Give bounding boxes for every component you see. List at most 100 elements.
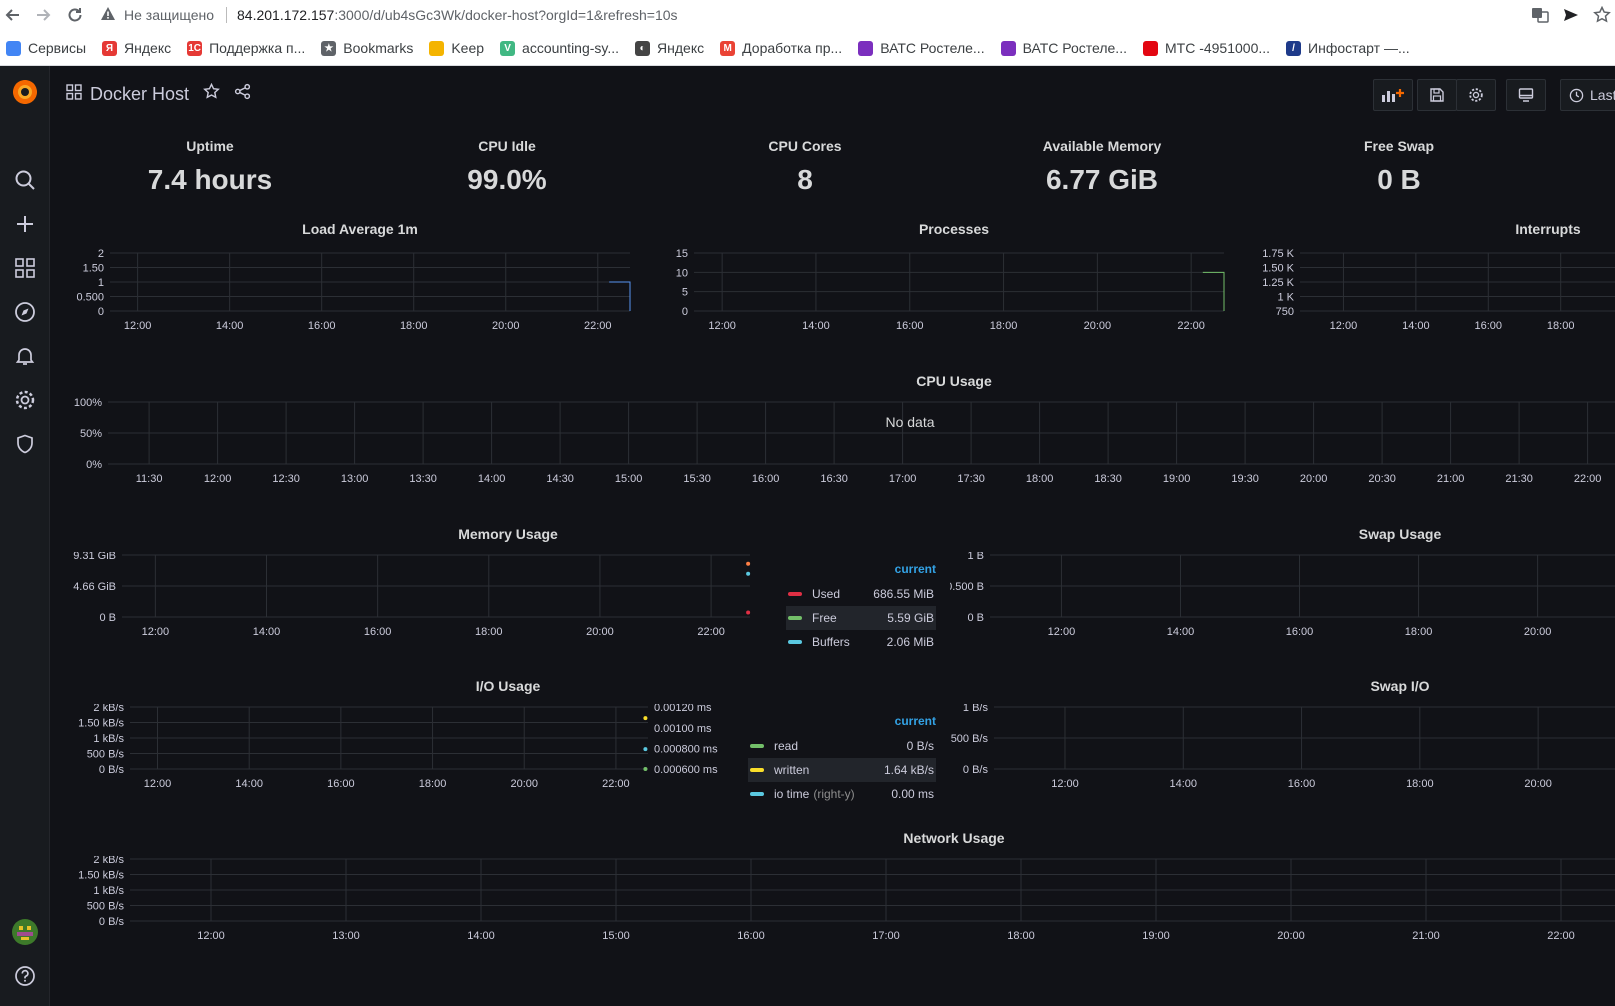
x-tick-label: 14:30 bbox=[546, 473, 574, 485]
create-icon[interactable] bbox=[9, 208, 41, 240]
panel-title-io-usage[interactable]: I/O Usage bbox=[388, 678, 628, 694]
sidebar bbox=[0, 66, 50, 1006]
x-tick-label: 18:00 bbox=[990, 320, 1018, 332]
chart-io-usage[interactable]: 0 B/s 500 B/s 1 kB/s 1.50 kB/s 2 kB/s 0.00060… bbox=[60, 704, 760, 808]
avatar[interactable] bbox=[9, 916, 41, 948]
panel-title-swap-io[interactable]: Swap I/O bbox=[1280, 678, 1520, 694]
stat-panel-available-memory[interactable]: Available Memory 6.77 GiB bbox=[1002, 138, 1202, 196]
legend-header[interactable]: current bbox=[748, 714, 936, 728]
bookmark-item[interactable]: ★ Bookmarks bbox=[321, 40, 413, 56]
chart-cpu-usage[interactable]: 0% 50% 100% 11:30 12:00 12:30 13:00 13:30 14:00 1… bbox=[60, 398, 1615, 502]
x-tick-label: 18:00 bbox=[419, 778, 447, 790]
chart-interrupts[interactable]: 750 1 K 1.25 K 1.50 K 1.75 K 12:00 14:00 16:00 1… bbox=[1248, 245, 1615, 345]
y-tick-label: 0 B/s bbox=[99, 764, 125, 776]
forward-icon[interactable] bbox=[32, 4, 54, 26]
panel-title-memory-usage[interactable]: Memory Usage bbox=[388, 526, 628, 542]
stat-value: 99.0% bbox=[467, 164, 547, 195]
stat-title: Uptime bbox=[186, 138, 234, 154]
time-picker-button[interactable]: Last bbox=[1560, 79, 1615, 111]
legend-item-written[interactable]: written 1.64 kB/s bbox=[748, 758, 936, 782]
dashboards-icon[interactable] bbox=[9, 252, 41, 284]
favorite-star-icon[interactable] bbox=[203, 82, 220, 105]
x-tick-label: 12:00 bbox=[1330, 320, 1358, 332]
search-icon[interactable] bbox=[9, 164, 41, 196]
send-icon[interactable] bbox=[1561, 5, 1581, 25]
legend-item-read[interactable]: read 0 B/s bbox=[748, 734, 936, 758]
x-tick-label: 22:00 bbox=[1177, 320, 1205, 332]
bookmark-item[interactable]: M Доработка пр... bbox=[720, 40, 842, 56]
legend-item-buffers[interactable]: Buffers 2.06 MiB bbox=[786, 630, 936, 654]
panel-title-interrupts[interactable]: Interrupts bbox=[1428, 221, 1615, 237]
add-panel-button[interactable] bbox=[1373, 79, 1413, 111]
panel-title-load-average[interactable]: Load Average 1m bbox=[240, 221, 480, 237]
help-icon[interactable] bbox=[9, 960, 41, 992]
x-tick-label: 16:00 bbox=[1288, 778, 1316, 790]
reload-icon[interactable] bbox=[64, 4, 86, 26]
y-tick-label: 0 bbox=[98, 306, 104, 318]
dashboard-title[interactable]: Docker Host bbox=[90, 84, 189, 105]
panel-title-processes[interactable]: Processes bbox=[834, 221, 1074, 237]
y-tick-label: 0 bbox=[682, 306, 688, 318]
save-dashboard-button[interactable] bbox=[1417, 79, 1457, 111]
bookmark-item[interactable]: МТС -4951000... bbox=[1142, 40, 1271, 56]
share-icon[interactable] bbox=[234, 83, 251, 105]
legend-value: 5.59 GiB bbox=[887, 611, 934, 625]
stat-panel-uptime[interactable]: Uptime 7.4 hours bbox=[110, 138, 310, 196]
x-tick-label: 13:00 bbox=[341, 473, 369, 485]
bookmark-item[interactable]: Я Яндекс bbox=[102, 40, 171, 56]
stat-value: 6.77 GiB bbox=[1045, 164, 1159, 195]
y-tick-label: 0 B/s bbox=[963, 764, 989, 776]
bookmark-star-icon[interactable] bbox=[1592, 5, 1612, 25]
bookmark-item[interactable]: ВАТС Ростеле... bbox=[858, 40, 985, 56]
x-tick-label: 19:00 bbox=[1142, 930, 1170, 942]
tv-mode-button[interactable] bbox=[1506, 79, 1546, 111]
bookmark-item[interactable]: Keep bbox=[429, 40, 484, 56]
bookmark-item[interactable]: 1С Поддержка п... bbox=[187, 40, 305, 56]
bookmark-label: Доработка пр... bbox=[742, 40, 843, 56]
bookmark-item[interactable]: Vaccounting-sy... bbox=[500, 40, 619, 56]
explore-icon[interactable] bbox=[9, 296, 41, 328]
dashboard-settings-button[interactable] bbox=[1456, 79, 1496, 111]
panel-title-swap-usage[interactable]: Swap Usage bbox=[1280, 526, 1520, 542]
stat-panel-cpu-idle[interactable]: CPU Idle 99.0% bbox=[407, 138, 607, 196]
translate-icon[interactable] bbox=[1530, 5, 1550, 25]
configuration-gear-icon[interactable] bbox=[9, 384, 41, 416]
bookmark-item[interactable]: / Инфостарт —... bbox=[1286, 40, 1410, 56]
stat-panel-free-swap[interactable]: Free Swap 0 B bbox=[1299, 138, 1499, 196]
right-y-note: (right-y) bbox=[813, 787, 855, 801]
chart-load-average[interactable]: 0 0.500 1 1.50 2 12:00 14:00 16:00 18:00 20:00 22:… bbox=[60, 245, 640, 345]
back-icon[interactable] bbox=[2, 4, 24, 26]
series-point bbox=[643, 716, 648, 721]
x-tick-label: 16:00 bbox=[308, 320, 336, 332]
y-tick-label: 1 B bbox=[967, 552, 984, 562]
chart-memory-usage[interactable]: 0 B 4.66 GiB 9.31 GiB 12:00 14:00 16:00 18:00 2… bbox=[60, 552, 780, 656]
server-admin-shield-icon[interactable] bbox=[9, 428, 41, 460]
stat-panel-cpu-cores[interactable]: CPU Cores 8 bbox=[705, 138, 905, 196]
chart-processes[interactable]: 0 5 10 15 12:00 14:00 16:00 18:00 20:00 22:00 bbox=[654, 245, 1234, 345]
legend-header[interactable]: current bbox=[786, 562, 936, 576]
x-tick-label: 22:00 bbox=[1547, 930, 1575, 942]
bookmark-label: МТС -4951000... bbox=[1164, 40, 1271, 56]
x-tick-label: 17:30 bbox=[957, 473, 985, 485]
chart-swap-usage[interactable]: 0 B 0.500 B 1 B 12:00 14:00 16:00 18:00 20:00 bbox=[950, 552, 1615, 656]
bookmark-item[interactable]: ВАТС Ростеле... bbox=[1000, 40, 1127, 56]
chart-swap-io[interactable]: 0 B/s 0.500 B/s 1 B/s 12:00 14:00 16:00 18:00 2… bbox=[950, 704, 1615, 808]
y-tick-label: 2 kB/s bbox=[93, 856, 124, 866]
legend-swatch bbox=[750, 768, 764, 772]
panel-title-network-usage[interactable]: Network Usage bbox=[834, 830, 1074, 846]
legend-item-free[interactable]: Free 5.59 GiB bbox=[786, 606, 936, 630]
bookmark-icon bbox=[429, 40, 445, 56]
alerting-bell-icon[interactable] bbox=[9, 340, 41, 372]
legend-item-used[interactable]: Used 686.55 MiB bbox=[786, 582, 936, 606]
x-tick-label: 21:00 bbox=[1412, 930, 1440, 942]
bookmark-icon bbox=[6, 40, 21, 56]
legend-item-io-time[interactable]: io time (right-y) 0.00 ms bbox=[748, 782, 936, 806]
chart-network-usage[interactable]: 0 B/s 500 B/s 1 kB/s 1.50 kB/s 2 kB/s 12:00 13… bbox=[60, 856, 1615, 960]
legend-value: 0.00 ms bbox=[891, 787, 934, 801]
grafana-logo-icon[interactable] bbox=[9, 76, 41, 108]
panel-title-cpu-usage[interactable]: CPU Usage bbox=[834, 373, 1074, 389]
address-bar[interactable]: Не защищено 84.201.172.157 :3000/d/ub4sG… bbox=[100, 2, 1520, 28]
x-tick-label: 12:00 bbox=[197, 930, 225, 942]
bookmark-item[interactable]: Сервисы bbox=[6, 40, 86, 56]
bookmark-item[interactable]: ◐ Яндекс bbox=[635, 40, 704, 56]
